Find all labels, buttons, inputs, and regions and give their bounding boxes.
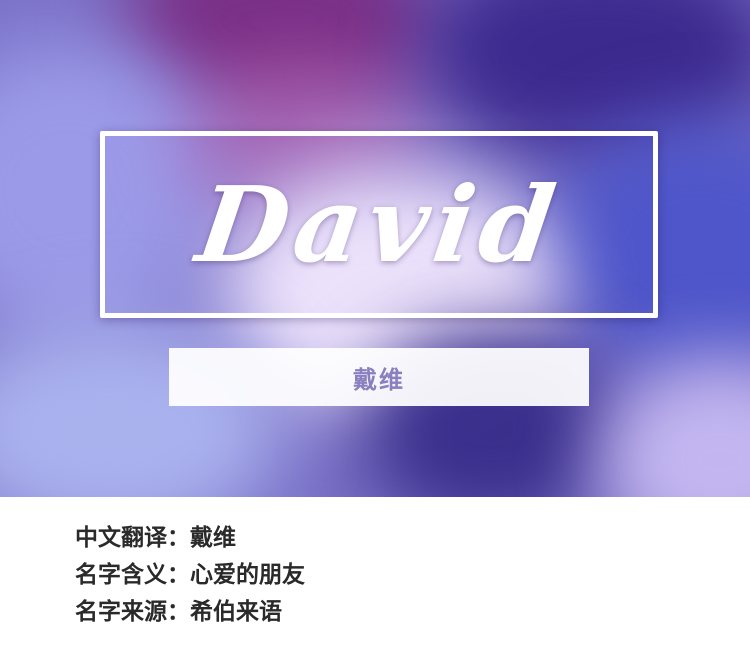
info-label: 名字含义： [75, 562, 190, 588]
info-row-translation: 中文翻译：戴维 [75, 520, 695, 557]
background-blur [0, 320, 280, 497]
info-value: 心爱的朋友 [190, 562, 305, 588]
chinese-name-bar: 戴维 [169, 348, 589, 406]
info-row-origin: 名字来源：希伯来语 [75, 594, 695, 631]
name-info-list: 中文翻译：戴维 名字含义：心爱的朋友 名字来源：希伯来语 [75, 520, 695, 631]
info-label: 中文翻译： [75, 525, 190, 551]
background-blur [600, 360, 750, 497]
info-label: 名字来源： [75, 599, 190, 625]
info-row-meaning: 名字含义：心爱的朋友 [75, 557, 695, 594]
english-name-title: David [190, 163, 568, 286]
hero-banner: David 戴维 [0, 0, 750, 497]
name-frame: David [100, 131, 658, 318]
chinese-name: 戴维 [353, 365, 405, 394]
info-value: 戴维 [190, 525, 236, 551]
info-value: 希伯来语 [190, 599, 282, 625]
name-card-page: David 戴维 中文翻译：戴维 名字含义：心爱的朋友 名字来源：希伯来语 [0, 0, 750, 650]
